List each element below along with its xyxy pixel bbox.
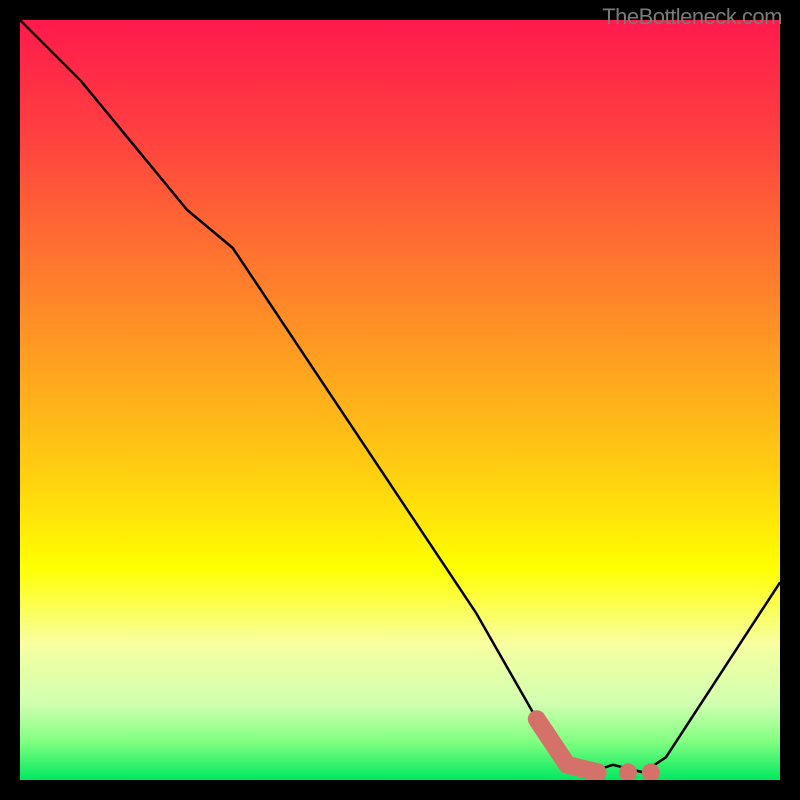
gradient-background [20,20,780,780]
chart-plot [20,20,780,780]
watermark-label: TheBottleneck.com [602,4,782,30]
chart-canvas [20,20,780,780]
